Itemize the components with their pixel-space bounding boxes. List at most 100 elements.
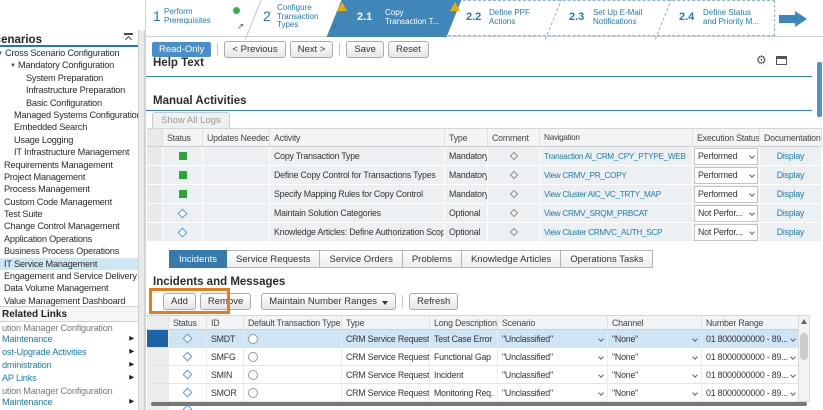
navigation-link[interactable]: View CRMV_PR_COPY [544,171,627,180]
refresh-button[interactable]: Refresh [409,293,459,310]
table-row[interactable]: Maintain Solution Categories Optional Vi… [147,204,822,223]
sidebar-item-engagement-and-service-delivery[interactable]: Engagement and Service Delivery [0,270,138,282]
maximize-icon[interactable] [776,56,787,65]
tab-incidents[interactable]: Incidents [169,250,228,268]
row-selector-cell[interactable] [147,348,169,365]
sidebar-item-mandatory-configuration[interactable]: ▼ Mandatory Configuration [0,59,138,71]
table-row[interactable]: SMFG CRM Service Request Functional Gap … [147,348,799,366]
column-header-updates-needed[interactable]: Updates Needed [203,129,270,146]
scenario-dropdown[interactable]: "Unclassified" [498,348,608,365]
column-header-id[interactable]: ID [207,316,244,329]
navigation-link[interactable]: View Cluster CRMVC_AUTH_SCP [544,228,663,237]
table-row-selected[interactable]: SMDT CRM Service Request Test Case Error… [147,330,799,348]
execution-status-dropdown[interactable]: Performed [694,166,758,184]
table-row[interactable]: SMIN CRM Service Request Incident "Uncla… [147,366,799,384]
channel-dropdown[interactable]: "None" [608,384,702,401]
column-header-status[interactable]: Status [169,316,207,329]
related-link-administration[interactable]: dministration ▶ [0,359,138,372]
substep-expand-icon[interactable]: ↗ [237,21,244,32]
next-steps-arrow-icon[interactable] [795,11,807,27]
default-transaction-type-radio[interactable] [248,369,258,380]
display-link[interactable]: Display [777,208,805,218]
column-header-status[interactable]: Status [163,129,203,146]
incidents-table-scrollbar[interactable] [798,315,810,402]
related-link-solution-manager-configuration-maintenance[interactable]: ution Manager Configuration Maintenance … [0,322,138,346]
column-header-activity[interactable]: Activity [270,129,445,146]
sidebar-item-basic-configuration[interactable]: Basic Configuration [0,97,138,109]
number-range-dropdown[interactable]: 01 8000000000 - 89... [702,348,799,365]
step-2-number[interactable]: 2 [263,8,271,24]
column-header-type[interactable]: Type [445,129,488,146]
column-header-number-range[interactable]: Number Range [702,316,799,329]
sidebar-item-business-process-operations[interactable]: Business Process Operations [0,245,138,257]
execution-status-dropdown[interactable]: Not Perfor... [694,204,758,222]
sidebar-item-it-infrastructure-management[interactable]: IT Infrastructure Management [0,146,138,158]
scenario-dropdown[interactable]: "Unclassified" [498,330,608,347]
row-selector-cell[interactable] [147,366,169,383]
table-row[interactable]: Copy Transaction Type Mandatory Transact… [147,147,822,166]
execution-status-dropdown[interactable]: Performed [694,185,758,203]
tab-service-requests[interactable]: Service Requests [227,250,321,268]
default-transaction-type-radio[interactable] [248,387,258,398]
column-header-execution-status[interactable]: Execution Status [693,129,760,146]
scenario-dropdown[interactable]: "Unclassified" [498,366,608,383]
tab-knowledge-articles[interactable]: Knowledge Articles [461,250,562,268]
column-header-scenario[interactable]: Scenario [498,316,608,329]
related-link-post-upgrade-activities[interactable]: ost-Upgrade Activities ▶ [0,346,138,359]
next-steps-arrow-icon[interactable] [779,15,795,23]
number-range-dropdown[interactable]: 01 8000000000 - 89... [702,384,799,401]
settings-gear-icon[interactable]: ⚙ [756,53,767,67]
maintain-number-ranges-button[interactable]: Maintain Number Ranges [261,293,397,310]
tab-operations-tasks[interactable]: Operations Tasks [561,250,654,268]
number-range-dropdown[interactable]: 01 8000000000 - 89... [702,366,799,383]
substep-collapse-icon[interactable]: ↙ [332,20,339,31]
table-row[interactable]: Specify Mapping Rules for Copy Control M… [147,185,822,204]
row-selector-cell[interactable] [147,330,169,347]
table-row[interactable]: Define Copy Control for Transactions Typ… [147,166,822,185]
page-scrollbar-thumb[interactable] [817,62,822,117]
display-link[interactable]: Display [777,189,805,199]
step-2-3-number[interactable]: 2.3 [569,11,584,23]
navigation-link[interactable]: Transaction AI_CRM_CPY_PTYPE_WEB [544,152,686,161]
channel-dropdown[interactable]: "None" [608,366,702,383]
sidebar-item-custom-code-management[interactable]: Custom Code Management [0,196,138,208]
tab-service-orders[interactable]: Service Orders [320,250,403,268]
row-selector-cell[interactable] [147,384,169,401]
sidebar-item-change-control-management[interactable]: Change Control Management [0,220,138,232]
channel-dropdown[interactable]: "None" [608,348,702,365]
show-all-logs-button[interactable]: Show All Logs [152,112,230,129]
read-only-badge[interactable]: Read-Only [152,41,212,57]
sidebar-item-it-service-management[interactable]: IT Service Management [0,257,138,271]
column-header-channel[interactable]: Channel [608,316,702,329]
reset-button[interactable]: Reset [387,40,429,58]
sidebar-item-project-management[interactable]: Project Management [0,171,138,183]
display-link[interactable]: Display [777,170,805,180]
step-1-number[interactable]: 1 [153,8,161,24]
scroll-up-icon[interactable] [801,319,807,324]
column-header-default-transaction-type[interactable]: Default Transaction Type [244,316,342,329]
channel-dropdown[interactable]: "None" [608,330,702,347]
navigation-link[interactable]: View CRMV_SRQM_PRBCAT [544,209,648,218]
sidebar-item-managed-systems-configuration[interactable]: Managed Systems Configuration [0,109,138,121]
horizontal-scrollbar[interactable] [151,402,807,406]
sidebar-scrollbar[interactable] [138,30,145,410]
collapse-panel-icon[interactable] [124,33,133,41]
tab-problems[interactable]: Problems [402,250,462,268]
sidebar-item-system-preparation[interactable]: System Preparation [0,72,138,84]
table-row[interactable]: Knowledge Articles: Define Authorization… [147,223,822,242]
navigation-link[interactable]: View Cluster AIC_VC_TRTY_MAP [544,190,661,199]
next-button[interactable]: Next > [289,40,334,58]
related-link-solution-manager-configuration-maintenance-2[interactable]: ution Manager Configuration Maintenance … [0,385,138,409]
sidebar-item-cross-scenario-configuration[interactable]: ▼Cross Scenario Configuration [0,47,138,59]
step-2-1-number[interactable]: 2.1 [357,11,372,23]
previous-button[interactable]: < Previous [224,40,286,58]
sidebar-item-infrastructure-preparation[interactable]: Infrastructure Preparation [0,84,138,96]
scrollbar-thumb[interactable] [800,333,808,360]
sidebar-item-process-management[interactable]: Process Management [0,183,138,195]
column-header-long-description[interactable]: Long Description [430,316,498,329]
step-2-4-number[interactable]: 2.4 [679,11,694,23]
column-header-comment[interactable]: Comment [488,129,540,146]
step-2-2-number[interactable]: 2.2 [466,11,481,23]
related-link-sap-links[interactable]: AP Links ▶ [0,372,138,385]
sidebar-item-embedded-search[interactable]: Embedded Search [0,121,138,133]
